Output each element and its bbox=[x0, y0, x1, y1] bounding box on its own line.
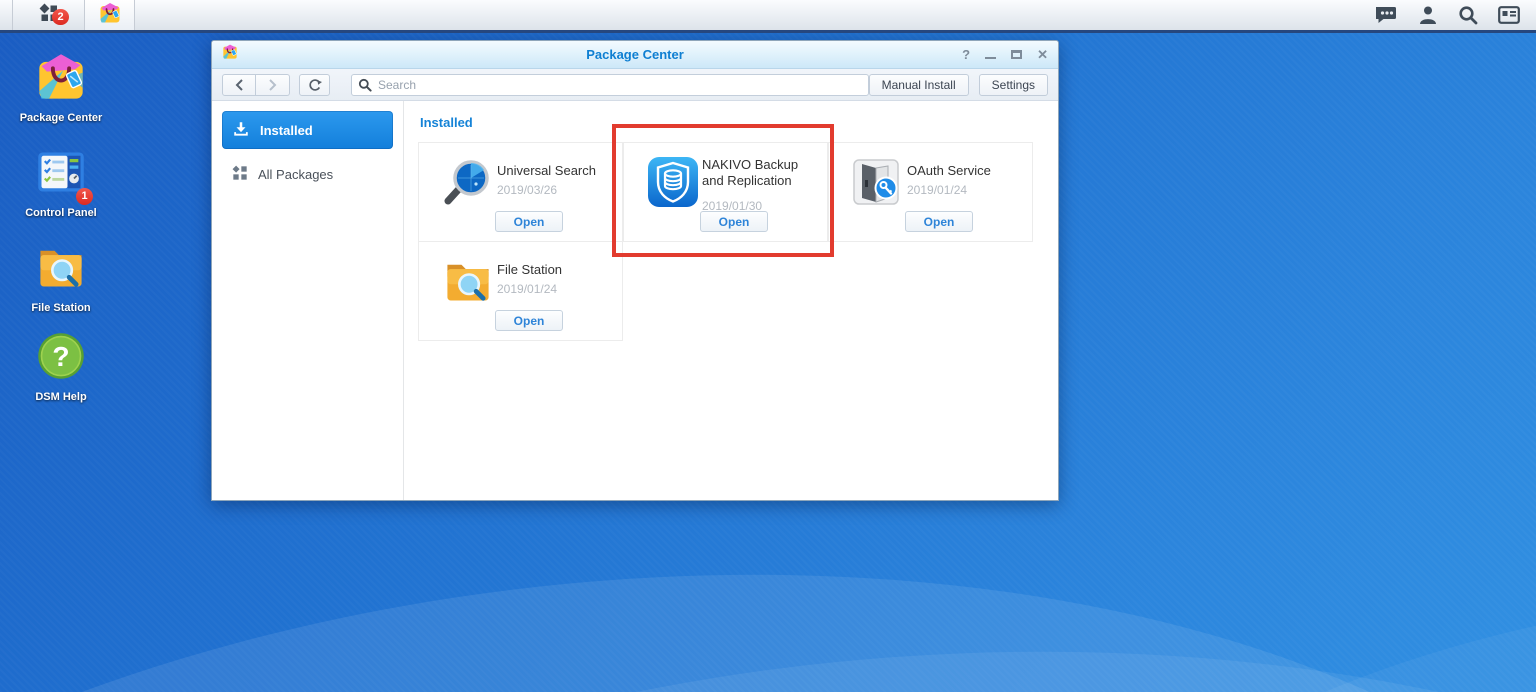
taskbar-right bbox=[1376, 0, 1536, 30]
package-card-oauth-service[interactable]: OAuth Service 2019/01/24 Open bbox=[828, 142, 1033, 242]
window-toolbar: Manual Install Settings bbox=[212, 69, 1058, 101]
taskbar-spacer bbox=[0, 0, 13, 30]
package-center-window: Package Center ? ✕ bbox=[211, 40, 1059, 501]
help-icon[interactable]: ? bbox=[962, 48, 970, 62]
file-station-icon bbox=[35, 241, 87, 298]
package-name: Universal Search bbox=[497, 163, 617, 179]
nav-buttons bbox=[222, 74, 290, 96]
user-icon[interactable] bbox=[1418, 5, 1438, 25]
notification-badge: 2 bbox=[52, 9, 69, 25]
window-titlebar[interactable]: Package Center ? ✕ bbox=[212, 41, 1058, 69]
search-box bbox=[351, 74, 869, 96]
control-panel-icon: 1 bbox=[35, 146, 87, 203]
open-button[interactable]: Open bbox=[495, 310, 563, 331]
sidebar-item-all-packages[interactable]: All Packages bbox=[222, 155, 393, 193]
package-center-icon bbox=[35, 51, 87, 108]
desktop-icon-label: Control Panel bbox=[10, 207, 112, 220]
search-input-icon bbox=[358, 78, 372, 97]
package-name: NAKIVO Backup and Replication bbox=[702, 157, 822, 189]
desktop-icon-file-station[interactable]: File Station bbox=[10, 241, 112, 315]
desktop-icon-package-center[interactable]: Package Center bbox=[10, 51, 112, 125]
notification-badge: 1 bbox=[76, 188, 93, 205]
package-card-file-station[interactable]: File Station 2019/01/24 Open bbox=[418, 241, 623, 341]
all-packages-grid-icon bbox=[232, 165, 248, 184]
open-button[interactable]: Open bbox=[905, 211, 973, 232]
window-app-icon bbox=[222, 44, 238, 65]
window-title: Package Center bbox=[212, 47, 1058, 62]
desktop: 2 bbox=[0, 0, 1536, 692]
taskbar-app-package-center[interactable] bbox=[85, 0, 135, 30]
package-grid: Universal Search 2019/03/26 Open bbox=[418, 142, 1035, 340]
package-card-nakivo[interactable]: NAKIVO Backup and Replication 2019/01/30… bbox=[623, 142, 828, 242]
nakivo-icon bbox=[647, 156, 699, 213]
desktop-icon-label: DSM Help bbox=[10, 391, 112, 404]
open-button[interactable]: Open bbox=[495, 211, 563, 232]
minimize-icon[interactable] bbox=[985, 57, 996, 59]
settings-button[interactable]: Settings bbox=[979, 74, 1048, 96]
desktop-icon-control-panel[interactable]: 1 Control Panel bbox=[10, 146, 112, 220]
sidebar-item-label: Installed bbox=[260, 123, 313, 138]
open-button[interactable]: Open bbox=[700, 211, 768, 232]
back-button[interactable] bbox=[222, 74, 256, 96]
package-date: 2019/01/24 bbox=[497, 282, 557, 296]
package-name: File Station bbox=[497, 262, 617, 278]
package-date: 2019/01/24 bbox=[907, 183, 967, 197]
search-icon[interactable] bbox=[1458, 5, 1478, 25]
manual-install-button[interactable]: Manual Install bbox=[869, 74, 969, 96]
chat-icon[interactable] bbox=[1376, 5, 1398, 25]
content-area: Installed bbox=[404, 101, 1058, 500]
widgets-icon[interactable] bbox=[1498, 6, 1520, 24]
maximize-icon[interactable] bbox=[1011, 50, 1022, 59]
sidebar: Installed All Packages bbox=[212, 101, 404, 500]
taskbar: 2 bbox=[0, 0, 1536, 33]
file-station-icon bbox=[442, 255, 494, 312]
package-date: 2019/03/26 bbox=[497, 183, 557, 197]
close-icon[interactable]: ✕ bbox=[1037, 48, 1048, 62]
sidebar-item-installed[interactable]: Installed bbox=[222, 111, 393, 149]
package-card-universal-search[interactable]: Universal Search 2019/03/26 Open bbox=[418, 142, 623, 242]
section-title: Installed bbox=[420, 115, 1044, 130]
forward-button[interactable] bbox=[256, 74, 290, 96]
dsm-help-icon: ? bbox=[35, 330, 87, 387]
universal-search-icon bbox=[442, 156, 494, 213]
window-body: Installed All Packages Installed bbox=[212, 101, 1058, 500]
package-center-icon bbox=[98, 1, 122, 30]
window-controls: ? ✕ bbox=[962, 48, 1048, 62]
sidebar-item-label: All Packages bbox=[258, 167, 333, 182]
main-menu-button[interactable]: 2 bbox=[13, 0, 85, 30]
installed-download-icon bbox=[232, 120, 250, 141]
background-wave bbox=[0, 570, 1536, 692]
desktop-icon-label: File Station bbox=[10, 302, 112, 315]
package-name: OAuth Service bbox=[907, 163, 1027, 179]
refresh-button[interactable] bbox=[299, 74, 330, 96]
desktop-icon-label: Package Center bbox=[10, 112, 112, 125]
svg-text:?: ? bbox=[52, 341, 69, 372]
desktop-icon-dsm-help[interactable]: ? DSM Help bbox=[10, 330, 112, 404]
oauth-service-icon bbox=[852, 156, 904, 213]
search-input[interactable] bbox=[351, 74, 869, 96]
